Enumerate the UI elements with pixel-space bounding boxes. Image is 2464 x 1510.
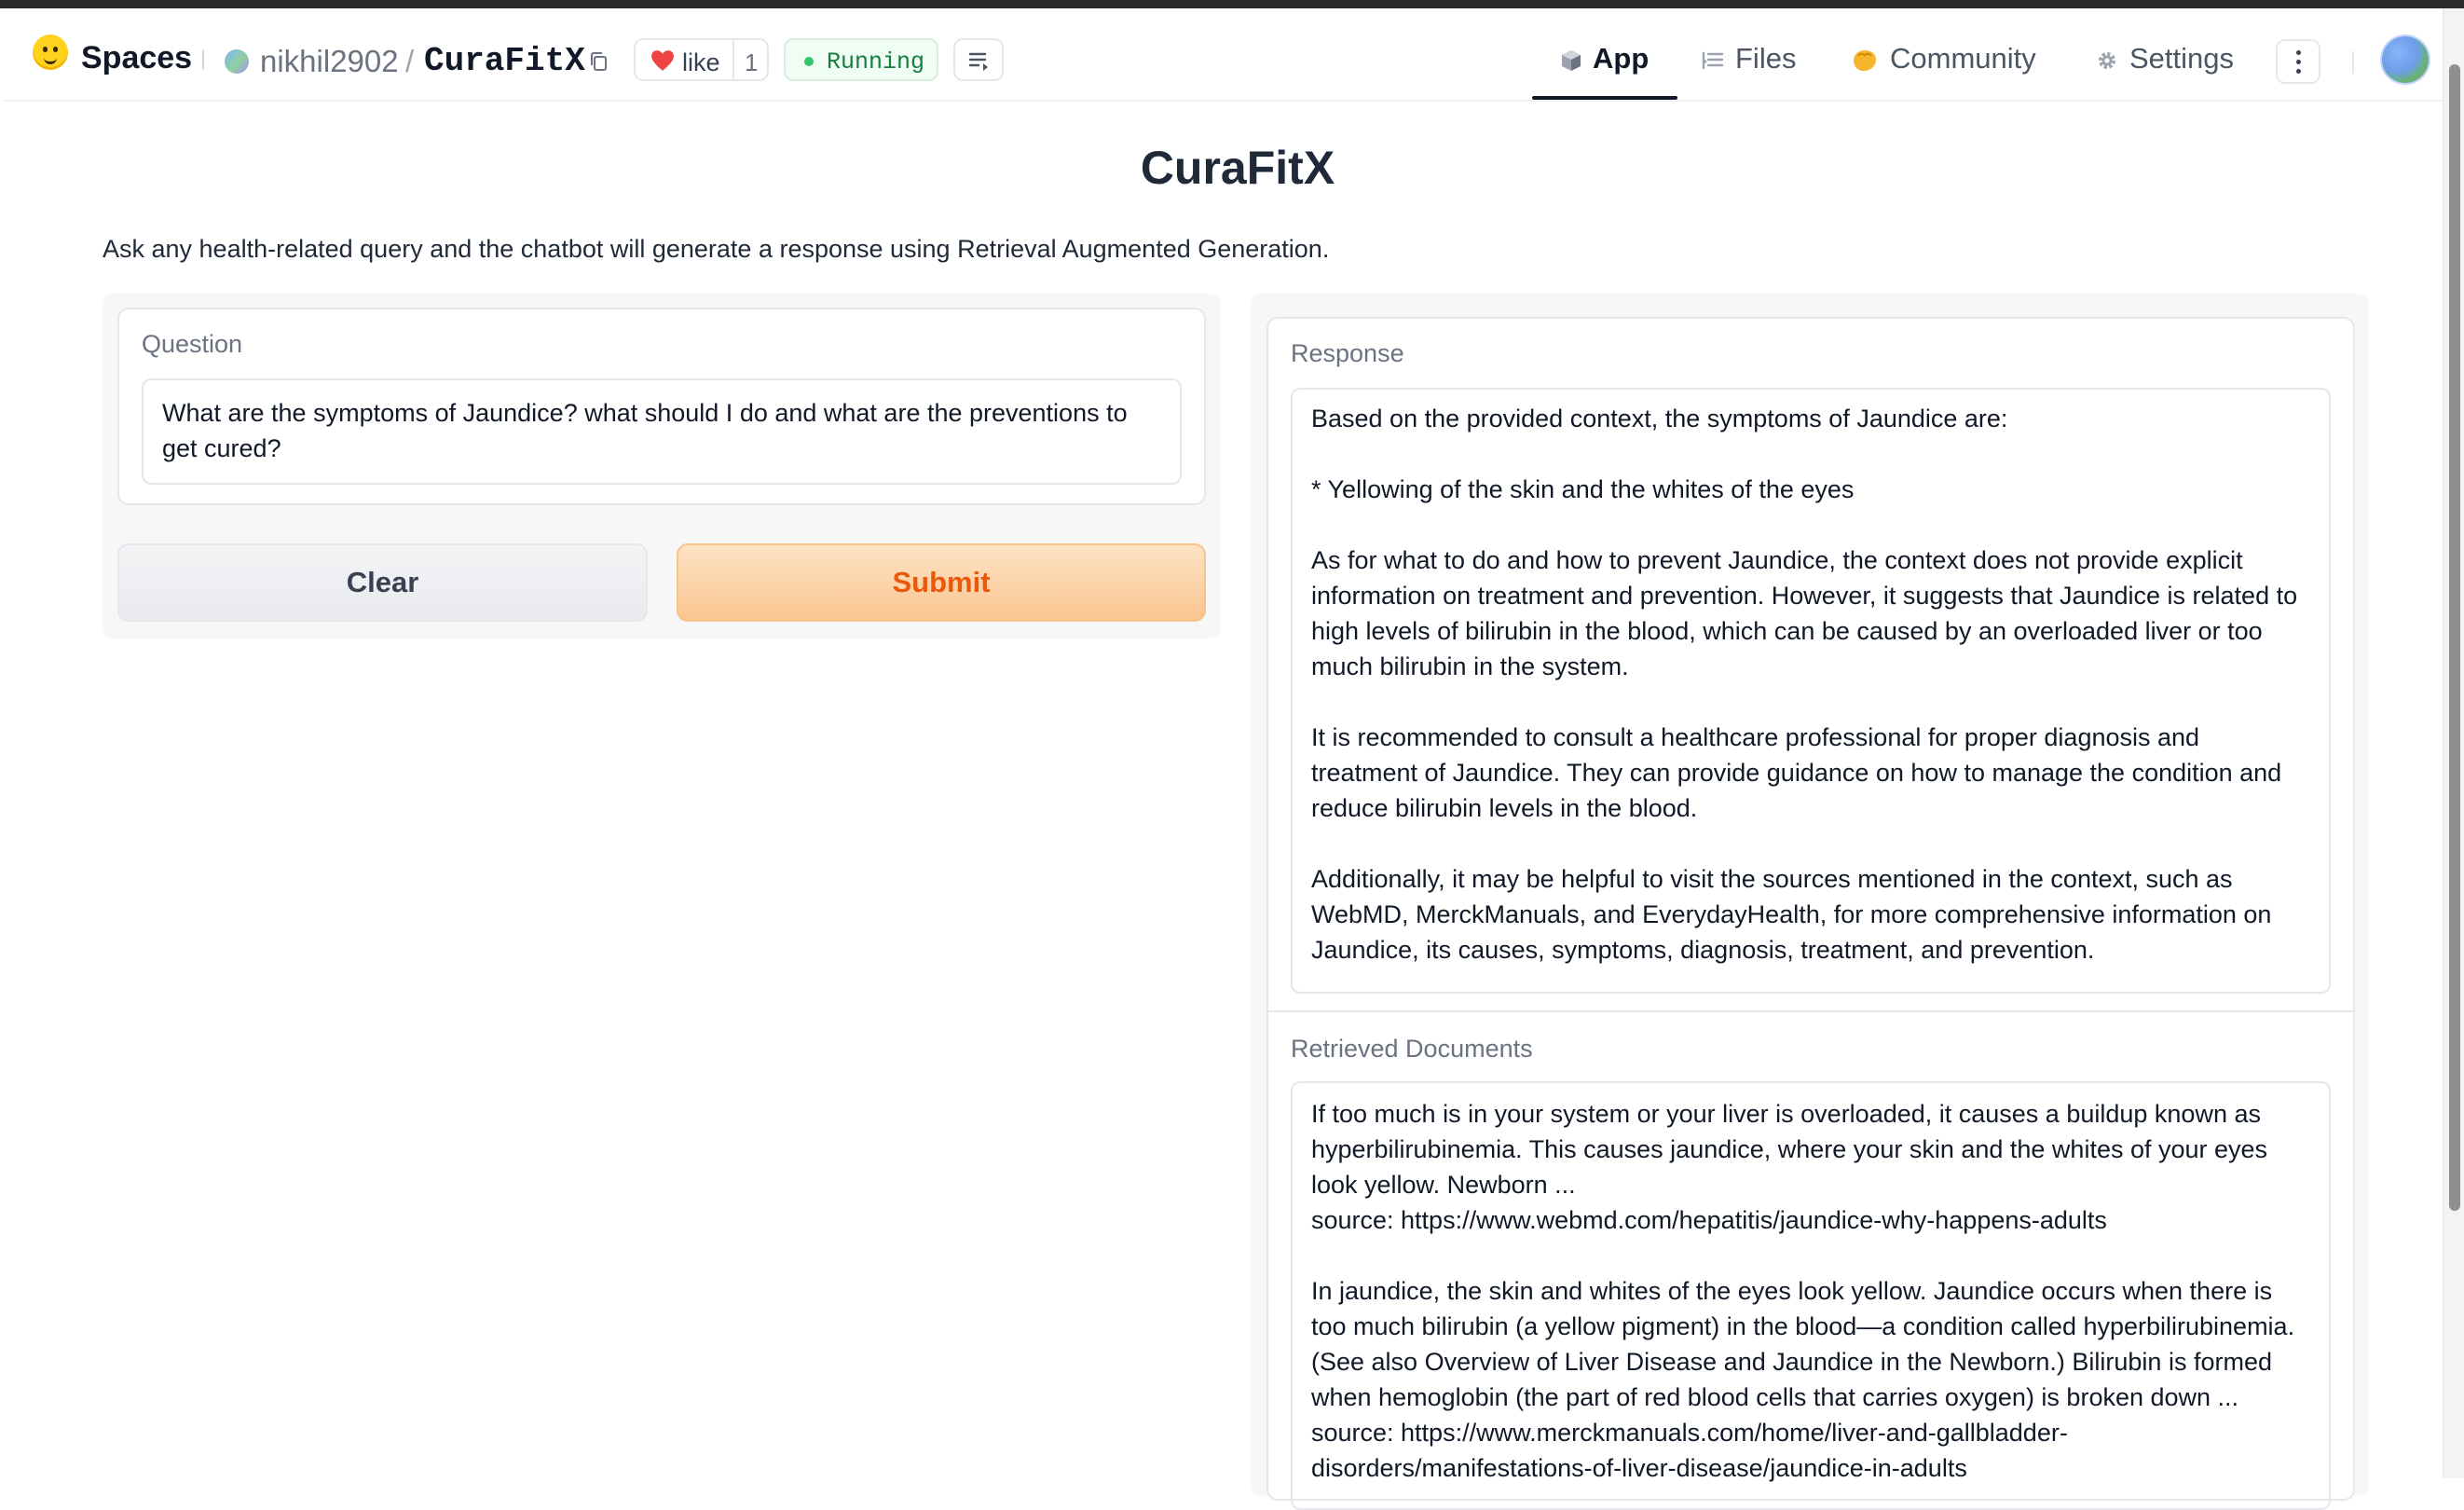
retrieved-document: In jaundice, the skin and whites of the … (1311, 1273, 2310, 1486)
more-menu-button[interactable] (2276, 39, 2320, 84)
user-avatar[interactable] (2382, 36, 2429, 83)
tab-files[interactable]: Files (1702, 42, 1796, 76)
question-label: Question (142, 330, 243, 358)
logs-icon (968, 52, 988, 71)
tab-app-label: App (1593, 42, 1650, 75)
window-top-strip (0, 0, 2464, 8)
document-source: source: https://www.webmd.com/hepatitis/… (1311, 1206, 2107, 1234)
response-label: Response (1291, 339, 1404, 367)
retrieved-documents-textbox[interactable]: If too much is in your system or your li… (1291, 1081, 2331, 1510)
like-divider (732, 40, 734, 79)
gear-icon (2099, 51, 2115, 69)
response-textbox[interactable]: Based on the provided context, the sympt… (1291, 388, 2331, 994)
header-separator-right (2352, 51, 2354, 74)
document-text: If too much is in your system or your li… (1311, 1100, 2268, 1199)
page: Spaces nikhil2902 / CuraFitX like 1 Runn… (3, 8, 2443, 1510)
section-divider (1268, 1010, 2353, 1012)
header-separator (202, 49, 204, 70)
vertical-scrollbar[interactable] (2443, 8, 2464, 1478)
copy-icon[interactable] (589, 51, 608, 72)
response-paragraph: As for what to do and how to prevent Jau… (1311, 546, 2298, 680)
kebab-menu-icon (2296, 50, 2301, 55)
output-panel: Response Based on the provided context, … (1251, 294, 2369, 1510)
repo-name[interactable]: CuraFitX (424, 42, 585, 80)
document-source: source: https://www.merckmanuals.com/hom… (1311, 1419, 2068, 1482)
files-icon (1702, 51, 1724, 70)
submit-button[interactable]: Submit (677, 543, 1206, 622)
heart-icon (651, 50, 674, 71)
response-paragraph: * Yellowing of the skin and the whites o… (1311, 475, 1855, 503)
tab-files-label: Files (1735, 42, 1797, 75)
clear-button[interactable]: Clear (117, 543, 648, 622)
input-panel: Question What are the symptoms of Jaundi… (103, 294, 1221, 638)
output-card: Response Based on the provided context, … (1266, 317, 2355, 1510)
tab-settings[interactable]: Settings (2096, 42, 2234, 76)
owner-link[interactable]: nikhil2902 (260, 44, 399, 79)
top-header: Spaces nikhil2902 / CuraFitX like 1 Runn… (3, 8, 2443, 102)
tab-community[interactable]: Community (1851, 42, 2036, 76)
like-count[interactable]: 1 (745, 48, 758, 77)
status-label: Running (827, 48, 925, 76)
tab-settings-label: Settings (2129, 42, 2235, 75)
response-paragraph: Additionally, it may be helpful to visit… (1311, 865, 2272, 964)
tab-community-label: Community (1890, 42, 2036, 75)
question-block: Question What are the symptoms of Jaundi… (117, 308, 1206, 505)
response-paragraph: It is recommended to consult a healthcar… (1311, 723, 2282, 822)
retrieved-documents-label: Retrieved Documents (1291, 1035, 1533, 1063)
retrieved-document: If too much is in your system or your li… (1311, 1096, 2310, 1238)
hugging-face-logo-icon[interactable] (33, 34, 68, 70)
active-tab-indicator (1532, 96, 1677, 100)
question-input[interactable]: What are the symptoms of Jaundice? what … (142, 378, 1182, 485)
logs-button[interactable] (953, 38, 1004, 81)
owner-avatar[interactable] (225, 49, 249, 74)
status-badge[interactable]: Running (784, 38, 938, 81)
tab-app[interactable]: App (1561, 42, 1649, 76)
spaces-link[interactable]: Spaces (81, 40, 192, 76)
like-button[interactable]: like 1 (634, 38, 769, 81)
page-title: CuraFitX (1140, 142, 1335, 194)
scrollbar-thumb[interactable] (2449, 64, 2460, 1211)
document-text: In jaundice, the skin and whites of the … (1311, 1277, 2295, 1411)
status-dot-icon (804, 57, 814, 66)
path-separator: / (405, 44, 415, 78)
cube-icon (1562, 49, 1581, 71)
page-description: Ask any health-related query and the cha… (103, 235, 1330, 263)
community-icon (1854, 49, 1876, 71)
response-paragraph: Based on the provided context, the sympt… (1311, 405, 2008, 432)
like-label: like (682, 48, 720, 76)
